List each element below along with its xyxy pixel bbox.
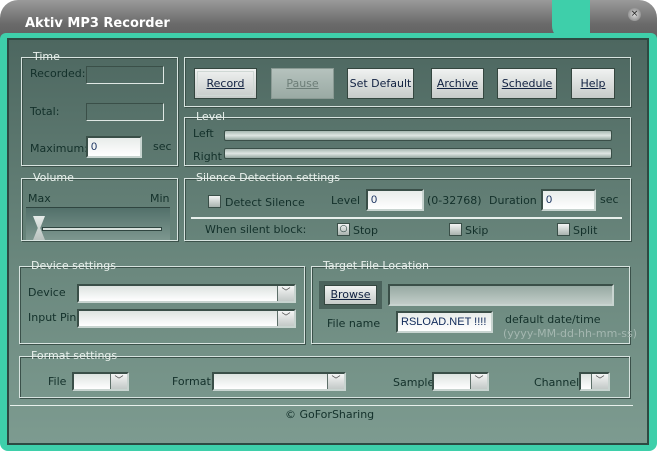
level-legend: Level <box>196 110 226 123</box>
default-format-hint: (yyyy-MM-dd-hh-mm-ss) <box>503 327 638 340</box>
skip-label: Skip <box>465 224 489 237</box>
chevron-down-icon[interactable]: ﹀ <box>327 374 344 389</box>
browse-label: Browse <box>330 288 371 301</box>
right-label: Right <box>193 150 222 163</box>
device-legend: Device settings <box>31 259 116 272</box>
footer-divider <box>10 405 633 406</box>
split-label: Split <box>573 224 598 237</box>
copyright-text: © GoForSharing <box>285 408 375 421</box>
chevron-down-icon[interactable]: ﹀ <box>277 311 294 326</box>
window-title: Aktiv MP3 Recorder <box>25 16 170 31</box>
volume-slider[interactable] <box>26 207 170 240</box>
time-legend: Time <box>33 50 60 63</box>
pause-label: Pause <box>286 77 319 90</box>
left-label: Left <box>193 127 214 140</box>
title-notch <box>552 0 590 40</box>
stop-radio[interactable]: ○ <box>337 223 350 236</box>
silence-level-label: Level <box>331 194 361 207</box>
schedule-label: Schedule <box>501 77 553 90</box>
archive-label: Archive <box>436 77 479 90</box>
file-type-select[interactable]: ﹀ <box>72 372 129 391</box>
chevron-down-icon[interactable]: ﹀ <box>110 374 127 389</box>
format-label: Format <box>172 375 211 388</box>
split-radio[interactable] <box>557 223 570 236</box>
silence-level-input[interactable] <box>366 189 424 211</box>
total-label: Total: <box>30 105 60 118</box>
browse-button[interactable]: Browse <box>324 285 377 305</box>
left-level-meter <box>224 130 612 141</box>
stop-label: Stop <box>353 224 379 237</box>
target-legend: Target File Location <box>323 259 429 272</box>
detect-silence-checkbox[interactable] <box>208 195 221 208</box>
volume-legend: Volume <box>33 171 74 184</box>
help-label: Help <box>580 77 606 90</box>
recorded-value <box>86 66 164 84</box>
record-button[interactable]: Record <box>194 68 257 99</box>
device-label: Device <box>28 286 66 299</box>
right-level-meter <box>224 148 612 159</box>
pause-button[interactable]: Pause <box>271 68 334 99</box>
format-select[interactable]: ﹀ <box>212 372 346 391</box>
file-name-label: File name <box>327 317 381 330</box>
chevron-down-icon[interactable]: ﹀ <box>591 374 608 389</box>
maximum-input[interactable] <box>86 136 142 158</box>
total-value <box>86 103 164 121</box>
file-name-input[interactable] <box>396 311 493 333</box>
sample-label: Sample <box>393 376 435 389</box>
silence-divider <box>191 217 622 219</box>
silence-legend: Silence Detection settings <box>196 171 340 184</box>
schedule-button[interactable]: Schedule <box>497 68 557 99</box>
help-button[interactable]: Help <box>571 68 615 99</box>
chevron-down-icon[interactable]: ﹀ <box>277 286 294 301</box>
sample-select[interactable]: ﹀ <box>432 372 489 391</box>
when-silent-label: When silent block: <box>205 223 307 236</box>
input-pin-select[interactable]: ﹀ <box>77 309 296 328</box>
input-pin-label: Input Pin <box>28 311 77 324</box>
channel-select[interactable]: ﹀ <box>579 372 610 391</box>
device-select[interactable]: ﹀ <box>77 284 296 303</box>
detect-silence-label: Detect Silence <box>225 196 305 209</box>
format-legend: Format settings <box>31 349 118 362</box>
recorded-label: Recorded: <box>30 67 86 80</box>
file-type-label: File <box>48 375 67 388</box>
archive-button[interactable]: Archive <box>431 68 484 99</box>
duration-input[interactable] <box>541 189 596 211</box>
skip-radio[interactable] <box>449 223 462 236</box>
duration-unit: sec <box>600 193 619 206</box>
channel-label: Channel <box>534 376 580 389</box>
record-label: Record <box>206 77 245 90</box>
path-field[interactable] <box>388 284 614 306</box>
set-default-button[interactable]: Set Default <box>347 68 414 99</box>
volume-max-label: Max <box>28 192 51 205</box>
duration-label: Duration <box>489 194 537 207</box>
maximum-unit: sec <box>153 140 172 153</box>
default-label: default date/time <box>505 313 601 326</box>
device-group: Device settings <box>19 259 305 344</box>
maximum-label: Maximum: <box>30 142 88 155</box>
silence-level-range: (0-32768) <box>427 194 482 207</box>
slider-track <box>42 227 162 231</box>
volume-min-label: Min <box>150 192 170 205</box>
chevron-down-icon[interactable]: ﹀ <box>470 374 487 389</box>
close-icon[interactable]: × <box>628 8 641 21</box>
